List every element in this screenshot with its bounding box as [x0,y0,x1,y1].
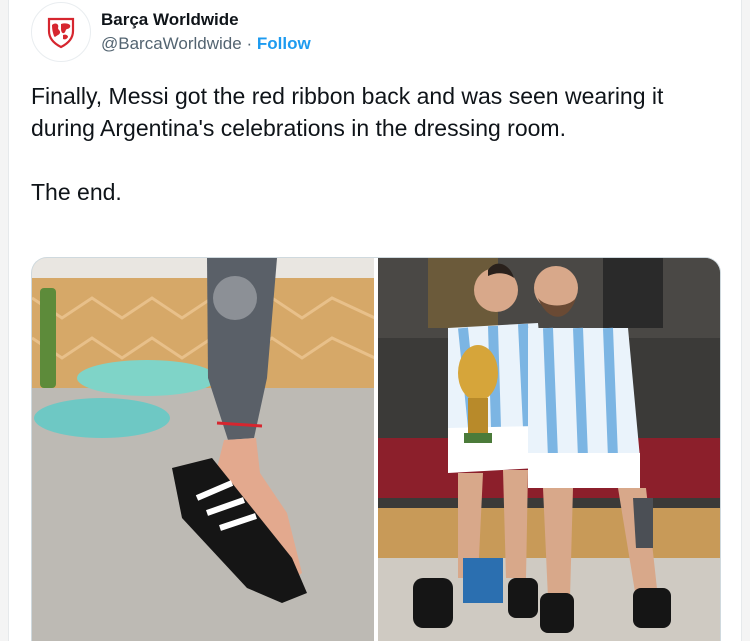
avatar[interactable] [31,2,91,62]
foot-photo-illustration [32,258,374,641]
user-handle[interactable]: @BarcaWorldwide [101,34,242,53]
photo-players-trophy[interactable] [378,258,720,641]
tweet-header: Barça Worldwide @BarcaWorldwide · Follow [31,0,311,64]
author-names: Barça Worldwide @BarcaWorldwide · Follow [101,10,311,54]
handle-row: @BarcaWorldwide · Follow [101,34,311,54]
display-name[interactable]: Barça Worldwide [101,10,311,30]
players-photo-illustration [378,258,720,641]
media-grid [31,257,721,641]
tweet-card: Barça Worldwide @BarcaWorldwide · Follow… [8,0,742,641]
separator-dot: · [246,33,253,53]
tweet-ending: The end. [31,179,122,205]
tweet-body: Finally, Messi got the red ribbon back a… [31,83,664,141]
barca-shield-map-icon [47,17,75,49]
follow-link[interactable]: Follow [257,34,311,53]
tweet-text: Finally, Messi got the red ribbon back a… [31,80,721,208]
photo-foot-ribbon[interactable] [32,258,374,641]
